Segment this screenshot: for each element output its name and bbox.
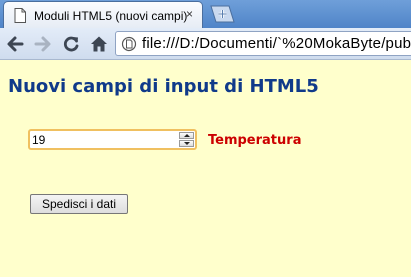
spin-down-icon[interactable] — [179, 140, 194, 147]
browser-toolbar: file:///D:/Documenti/`%20MokaByte/publ — [0, 28, 411, 60]
address-url: file:///D:/Documenti/`%20MokaByte/publ — [142, 35, 411, 52]
page-icon — [14, 8, 26, 28]
forward-arrow-icon[interactable] — [33, 34, 53, 54]
number-spinner[interactable] — [179, 132, 194, 147]
home-icon[interactable] — [89, 34, 109, 54]
page-title: Nuovi campi di input di HTML5 — [8, 76, 319, 97]
spin-up-icon[interactable] — [179, 132, 194, 139]
browser-tab[interactable]: Moduli HTML5 (nuovi campi) × — [3, 1, 203, 28]
temperature-number-field[interactable] — [28, 129, 197, 150]
submit-button[interactable]: Spedisci i dati — [30, 194, 128, 214]
reload-icon[interactable] — [61, 34, 81, 54]
back-arrow-icon[interactable] — [5, 34, 25, 54]
new-tab-icon[interactable] — [208, 5, 236, 28]
temperature-label: Temperatura — [208, 133, 302, 148]
page-content: Nuovi campi di input di HTML5 Temperatur… — [0, 60, 411, 277]
tab-strip: Moduli HTML5 (nuovi campi) × — [0, 0, 411, 28]
address-bar[interactable]: file:///D:/Documenti/`%20MokaByte/publ — [115, 31, 411, 56]
page-icon — [121, 36, 137, 55]
tab-title: Moduli HTML5 (nuovi campi) — [34, 9, 188, 23]
close-icon[interactable]: × — [186, 7, 193, 21]
temperature-input[interactable] — [32, 132, 172, 147]
